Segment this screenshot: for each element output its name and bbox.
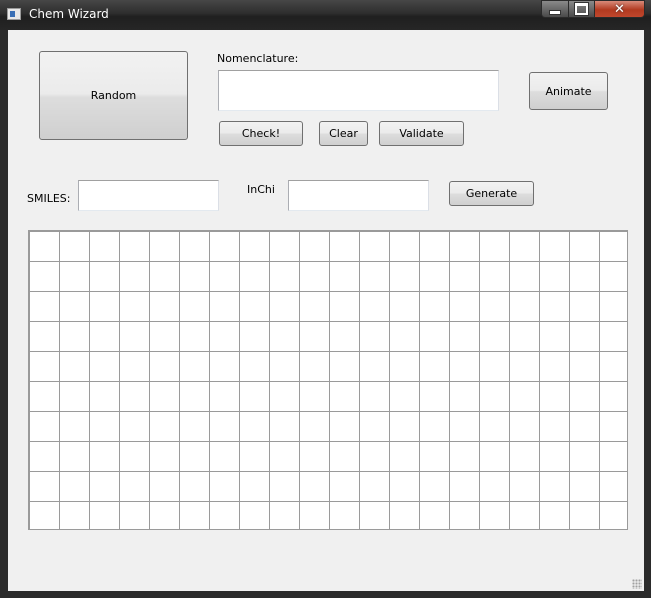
smiles-input[interactable] bbox=[78, 180, 219, 211]
inchi-label: InChi bbox=[247, 183, 275, 196]
window-title: Chem Wizard bbox=[29, 7, 109, 21]
animate-button-label: Animate bbox=[545, 84, 592, 98]
validate-button-label: Validate bbox=[399, 127, 444, 140]
minimize-button[interactable] bbox=[541, 0, 569, 18]
maximize-button[interactable] bbox=[568, 0, 595, 18]
app-icon[interactable] bbox=[7, 8, 21, 20]
check-button[interactable]: Check! bbox=[219, 121, 303, 146]
nomenclature-input[interactable] bbox=[218, 70, 499, 111]
animate-button[interactable]: Animate bbox=[529, 72, 608, 110]
generate-button[interactable]: Generate bbox=[449, 181, 534, 206]
main-panel: Random Nomenclature: Animate Check! Clea… bbox=[8, 30, 644, 591]
drawing-grid-canvas[interactable] bbox=[28, 230, 628, 530]
clear-button-label: Clear bbox=[329, 127, 358, 140]
app-window: Chem Wizard ✕ Random Nomenclature: Anima… bbox=[0, 0, 651, 598]
random-button[interactable]: Random bbox=[39, 51, 188, 140]
clear-button[interactable]: Clear bbox=[319, 121, 368, 146]
random-button-label: Random bbox=[90, 89, 137, 102]
close-button[interactable]: ✕ bbox=[594, 0, 645, 18]
resize-grip-icon[interactable] bbox=[632, 579, 642, 589]
nomenclature-label: Nomenclature: bbox=[217, 52, 299, 65]
maximize-icon bbox=[575, 3, 588, 15]
check-button-label: Check! bbox=[241, 127, 281, 140]
close-icon: ✕ bbox=[614, 1, 625, 17]
inchi-input[interactable] bbox=[288, 180, 429, 211]
caption-buttons: ✕ bbox=[541, 0, 645, 19]
minimize-icon bbox=[550, 10, 560, 14]
smiles-label: SMILES: bbox=[27, 192, 71, 205]
validate-button[interactable]: Validate bbox=[379, 121, 464, 146]
title-bar[interactable]: Chem Wizard ✕ bbox=[0, 0, 651, 30]
generate-button-label: Generate bbox=[465, 187, 518, 200]
